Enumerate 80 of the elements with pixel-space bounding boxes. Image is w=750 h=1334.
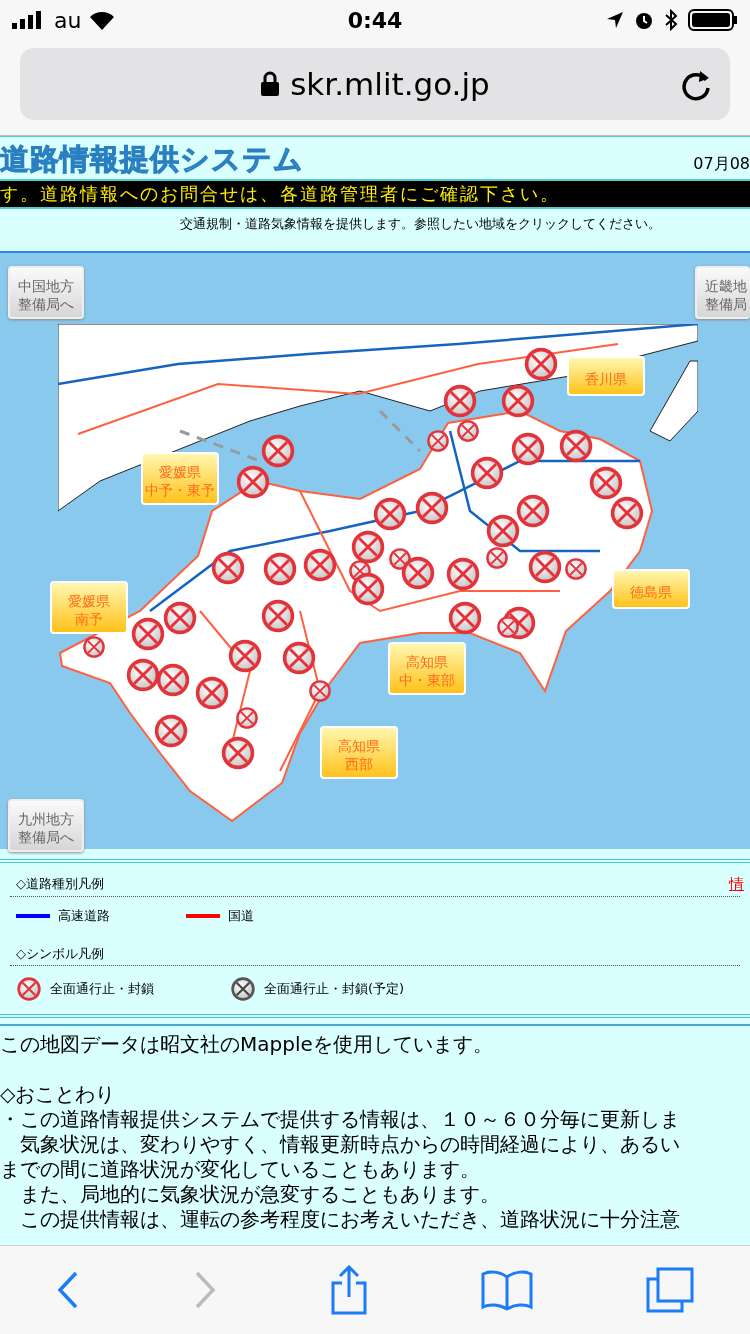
reload-icon[interactable] bbox=[680, 68, 712, 102]
region-button[interactable]: 愛媛県 中予・東予 bbox=[141, 452, 219, 505]
address-bar[interactable]: skr.mlit.go.jp bbox=[20, 48, 730, 120]
notes-text: この提供情報は、運転の参考程度にお考えいただき、道路状況に十分注意 bbox=[19, 1207, 681, 1232]
cross-circle-icon[interactable] bbox=[262, 551, 298, 587]
cross-circle-icon[interactable] bbox=[469, 455, 505, 491]
notes-text: ・この道路情報提供システムで提供する情報は、１０～６０分毎に更新しま bbox=[0, 1107, 681, 1132]
region-button[interactable]: 香川県 bbox=[567, 356, 645, 396]
cross-circle-icon[interactable] bbox=[153, 713, 189, 749]
cross-circle-icon[interactable] bbox=[527, 549, 563, 585]
cross-circle-icon bbox=[230, 976, 256, 1002]
notes-text: 気象状況は、変わりやすく、情報更新時点からの時間経過により、あるい bbox=[19, 1132, 681, 1157]
region-button[interactable]: 高知県 中・東部 bbox=[388, 642, 466, 695]
cross-circle-icon[interactable] bbox=[302, 547, 338, 583]
legend-heading: ◇シンボル凡例 bbox=[16, 945, 104, 963]
notes-text: また、局地的に気象状況が急変することもあります。 bbox=[19, 1182, 501, 1207]
date-text: 07月08 bbox=[693, 154, 750, 175]
cross-circle-icon[interactable] bbox=[235, 706, 259, 730]
cross-circle-icon[interactable] bbox=[447, 600, 483, 636]
notes-text: までの間に道路状況が変化していることもあります。 bbox=[0, 1157, 481, 1182]
cross-circle-icon[interactable] bbox=[500, 383, 536, 419]
cross-circle-icon[interactable] bbox=[515, 493, 551, 529]
cross-circle-icon[interactable] bbox=[235, 464, 271, 500]
cross-circle-icon bbox=[16, 976, 42, 1002]
cross-circle-icon[interactable] bbox=[82, 635, 106, 659]
region-button[interactable]: 近畿地 整備局 bbox=[695, 266, 750, 319]
cross-circle-icon[interactable] bbox=[125, 657, 161, 693]
clock-time: 0:44 bbox=[347, 7, 403, 33]
site-title: 道路情報提供システム bbox=[0, 141, 304, 178]
cross-circle-icon[interactable] bbox=[372, 496, 408, 532]
legend-heading: ◇道路種別凡例 bbox=[16, 875, 104, 893]
cross-circle-icon[interactable] bbox=[350, 571, 386, 607]
cross-circle-icon[interactable] bbox=[496, 615, 520, 639]
region-button[interactable]: 中国地方 整備局へ bbox=[8, 266, 84, 319]
bluetooth-icon bbox=[664, 9, 678, 31]
cross-circle-icon[interactable] bbox=[558, 428, 594, 464]
cross-circle-icon[interactable] bbox=[456, 419, 480, 443]
cross-circle-icon[interactable] bbox=[609, 495, 645, 531]
legend-label: 全面通行止・封鎖 bbox=[50, 980, 154, 998]
cross-circle-icon[interactable] bbox=[162, 600, 198, 636]
cross-circle-icon[interactable] bbox=[260, 433, 296, 469]
cross-circle-icon[interactable] bbox=[281, 640, 317, 676]
cross-circle-icon[interactable] bbox=[400, 555, 436, 591]
cross-circle-icon[interactable] bbox=[588, 465, 624, 501]
info-link[interactable]: 情 bbox=[729, 875, 744, 894]
notice-ticker: す。道路情報へのお問合せは、各道路管理者にご確認下さい。 bbox=[0, 179, 750, 209]
cross-circle-icon[interactable] bbox=[414, 490, 450, 526]
cross-circle-icon[interactable] bbox=[260, 598, 296, 634]
region-button[interactable]: 愛媛県 南予 bbox=[50, 581, 128, 634]
cross-circle-icon[interactable] bbox=[523, 346, 559, 382]
region-button[interactable]: 高知県 西部 bbox=[320, 726, 398, 779]
cross-circle-icon[interactable] bbox=[485, 513, 521, 549]
lock-icon bbox=[260, 71, 281, 97]
cross-circle-icon[interactable] bbox=[564, 557, 588, 581]
cross-circle-icon[interactable] bbox=[426, 429, 450, 453]
wifi-icon bbox=[89, 10, 116, 30]
notes-heading: ◇おことわり bbox=[0, 1082, 117, 1107]
credit-text: この地図データは昭文社のMappleを使用しています。 bbox=[0, 1032, 494, 1057]
battery-icon bbox=[688, 9, 738, 31]
legend-label: 全面通行止・封鎖(予定) bbox=[264, 980, 405, 998]
cross-circle-icon[interactable] bbox=[350, 529, 386, 565]
cross-circle-icon[interactable] bbox=[227, 638, 263, 674]
legend-label: 高速道路 bbox=[58, 907, 110, 925]
cross-circle-icon[interactable] bbox=[445, 556, 481, 592]
cross-circle-icon[interactable] bbox=[485, 546, 509, 570]
location-arrow-icon bbox=[606, 11, 624, 29]
cross-circle-icon[interactable] bbox=[308, 679, 332, 703]
intro-text: 交通規制・道路気象情報を提供します。参照したい地域をクリックしてください。 bbox=[180, 216, 661, 231]
cross-circle-icon[interactable] bbox=[220, 735, 256, 771]
cross-circle-icon[interactable] bbox=[510, 431, 546, 467]
alarm-clock-icon bbox=[634, 10, 654, 30]
cross-circle-icon[interactable] bbox=[130, 616, 166, 652]
cross-circle-icon[interactable] bbox=[442, 383, 478, 419]
cross-circle-icon[interactable] bbox=[194, 675, 230, 711]
legend-label: 国道 bbox=[228, 907, 254, 925]
cross-circle-icon[interactable] bbox=[155, 662, 191, 698]
carrier-name: au bbox=[54, 7, 82, 33]
cross-circle-icon[interactable] bbox=[210, 550, 246, 586]
region-button[interactable]: 九州地方 整備局へ bbox=[8, 799, 84, 852]
region-button[interactable]: 徳島県 bbox=[612, 569, 690, 609]
